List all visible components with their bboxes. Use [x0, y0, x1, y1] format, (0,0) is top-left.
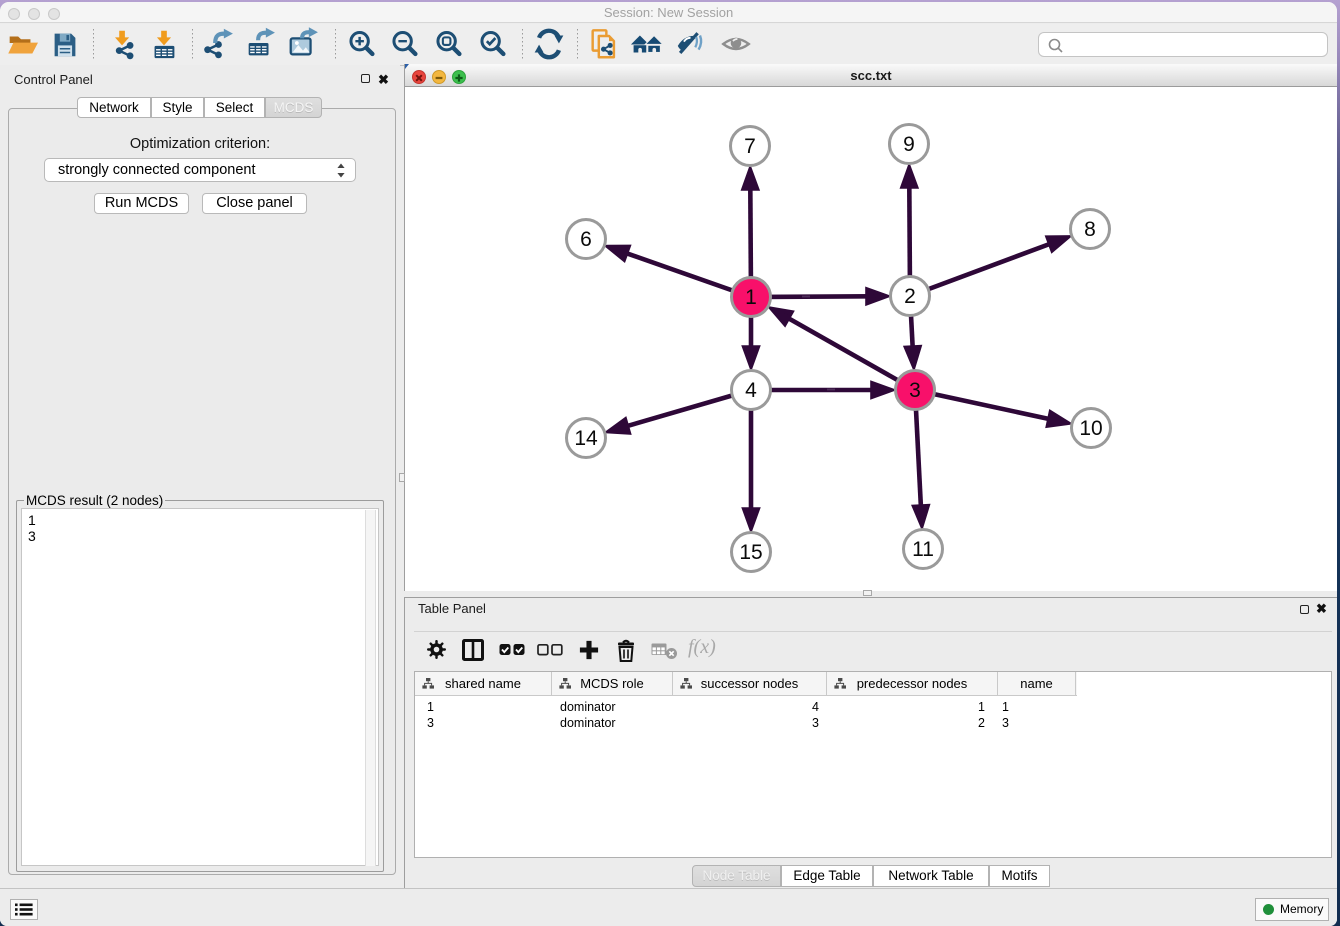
svg-text:9: 9 [903, 133, 915, 156]
svg-text:10: 10 [1079, 417, 1102, 440]
svg-text:2: 2 [904, 285, 916, 308]
svg-text:15: 15 [739, 541, 762, 564]
svg-text:6: 6 [580, 228, 592, 251]
svg-text:8: 8 [1084, 218, 1096, 241]
svg-text:4: 4 [745, 379, 757, 402]
svg-text:1: 1 [745, 286, 757, 309]
svg-text:7: 7 [744, 135, 756, 158]
svg-text:11: 11 [912, 538, 934, 561]
svg-text:3: 3 [909, 379, 921, 402]
svg-text:14: 14 [574, 427, 598, 450]
